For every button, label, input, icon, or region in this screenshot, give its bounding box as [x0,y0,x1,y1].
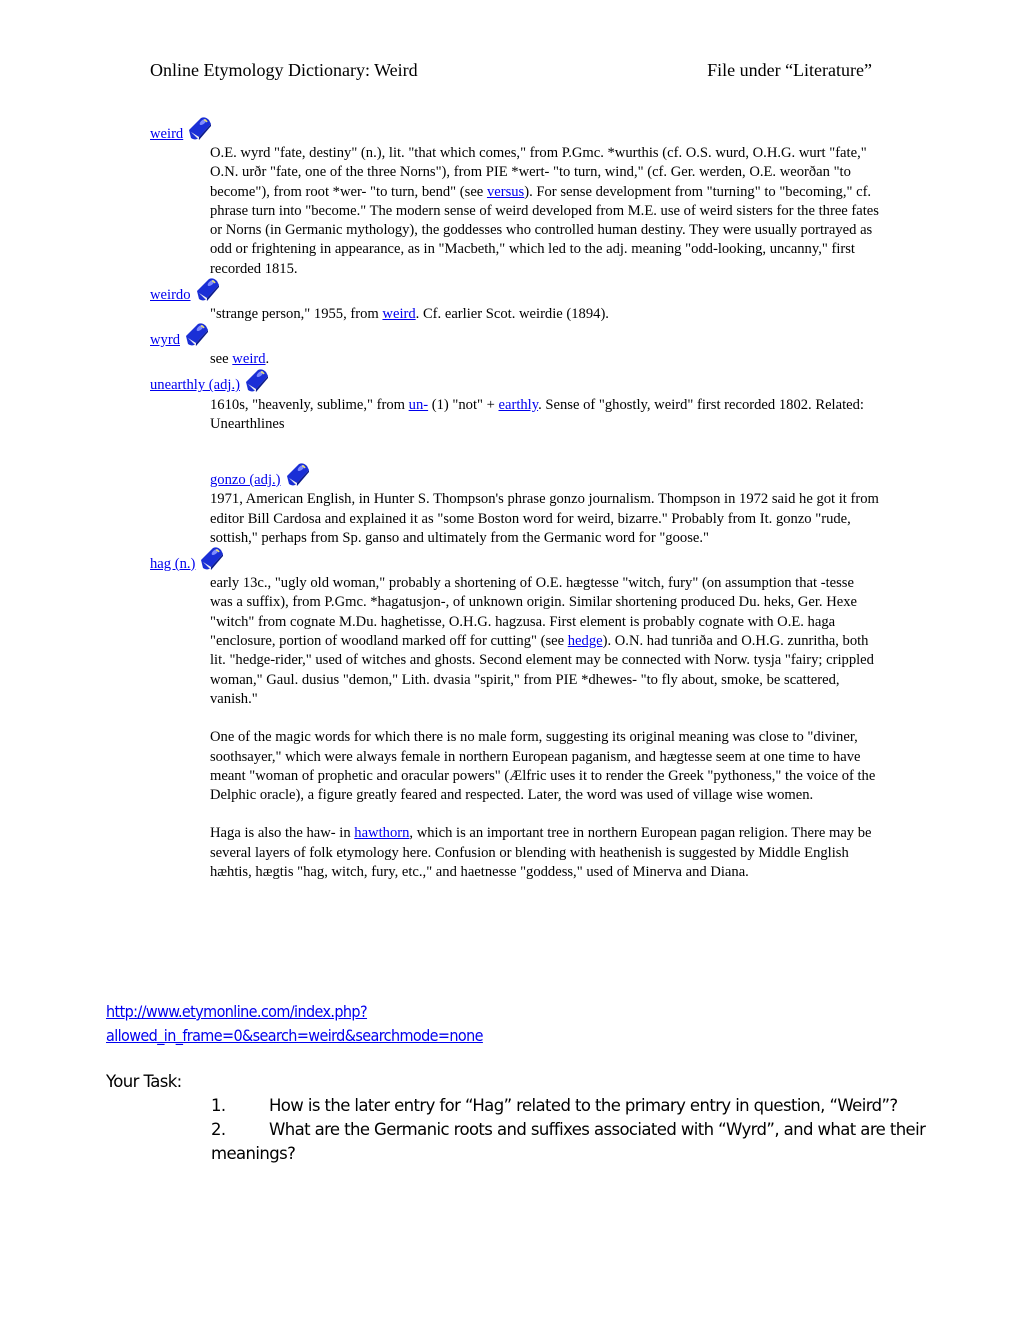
cross-reference-link[interactable]: versus [487,184,524,200]
definition-text: . Cf. earlier Scot. weirdie (1894). [415,306,609,323]
book-icon[interactable] [185,116,213,142]
entry-definition: early 13c., "ugly old woman," probably a… [150,574,880,882]
entry-gonzo: gonzo (adj.) 1971, American English, in … [150,464,880,548]
url-line: http://www.etymonline.com/index.php? [106,1002,368,1021]
task-heading: Your Task: [106,1072,182,1091]
book-icon[interactable] [197,546,225,572]
page-header: Online Etymology Dictionary: Weird File … [150,60,872,81]
book-icon[interactable] [193,277,221,303]
entry-unearthly: unearthly (adj.) 1610s, "heavenly, subli… [150,370,880,435]
source-url-link[interactable]: http://www.etymonline.com/index.php? allo… [106,1002,484,1045]
definition-text: "strange person," 1955, from [210,306,383,323]
definition-text: . [265,351,270,368]
document-title: Online Etymology Dictionary: Weird [150,60,418,80]
entry-wyrd: wyrd see weird. [150,324,880,369]
book-icon[interactable] [283,462,311,488]
cross-reference-link[interactable]: weird [382,306,415,322]
cross-reference-link[interactable]: weird [232,351,265,367]
book-icon[interactable] [182,322,210,348]
headword-link[interactable]: unearthly (adj.) [150,376,240,395]
source-url: http://www.etymonline.com/index.php? allo… [106,1000,484,1048]
entry-definition: "strange person," 1955, from weird. Cf. … [150,305,880,324]
entry-definition: 1610s, "heavenly, sublime," from un- (1)… [150,396,880,435]
cross-reference-link[interactable]: hawthorn [354,825,409,841]
definition-text: Haga is also the haw- in [210,825,355,842]
task-text: How is the later entry for “Hag” related… [269,1096,898,1115]
headword-link[interactable]: hag (n.) [150,555,195,574]
book-icon[interactable] [242,368,270,394]
definition-text: 1610s, "heavenly, sublime," from [210,396,409,413]
headword-link[interactable]: wyrd [150,331,180,350]
definition-text: see [210,351,233,368]
definition-paragraph: One of the magic words for which there i… [210,729,876,804]
definition-paragraph: early 13c., "ugly old woman," probably a… [210,574,880,709]
filing-label: File under “Literature” [707,60,872,80]
entry-weird: weird O.E. wyrd "fate, destiny" (n.), li… [150,118,880,279]
definition-paragraph: Haga is also the haw- in hawthorn, which… [210,824,880,882]
task-text: What are the Germanic roots and suffixes… [211,1120,926,1163]
url-line: allowed_in_frame=0&search=weird&searchmo… [106,1026,484,1045]
headword-link[interactable]: weirdo [150,286,191,305]
entry-definition: O.E. wyrd "fate, destiny" (n.), lit. "th… [150,144,880,279]
dictionary-entries: weird O.E. wyrd "fate, destiny" (n.), li… [150,118,880,882]
entry-hag: hag (n.) early 13c., "ugly old woman," p… [150,548,880,882]
task-number: 1. [211,1096,226,1115]
cross-reference-link[interactable]: earthly [499,397,539,413]
headword-link[interactable]: gonzo (adj.) [210,471,281,490]
task-section: Your Task: 1. How is the later entry for … [106,1070,926,1166]
task-item: 2. What are the Germanic roots and suffix… [211,1118,926,1166]
task-list: 1. How is the later entry for “Hag” relat… [106,1094,926,1166]
entry-weirdo: weirdo "strange person," 1955, from weir… [150,279,880,324]
definition-text: (1) "not" + [428,396,499,413]
cross-reference-link[interactable]: un- [409,397,428,413]
cross-reference-link[interactable]: hedge [568,633,603,649]
task-item: 1. How is the later entry for “Hag” relat… [211,1094,926,1118]
headword-link[interactable]: weird [150,125,183,144]
entry-definition: 1971, American English, in Hunter S. Tho… [210,491,879,546]
task-number: 2. [211,1120,226,1139]
